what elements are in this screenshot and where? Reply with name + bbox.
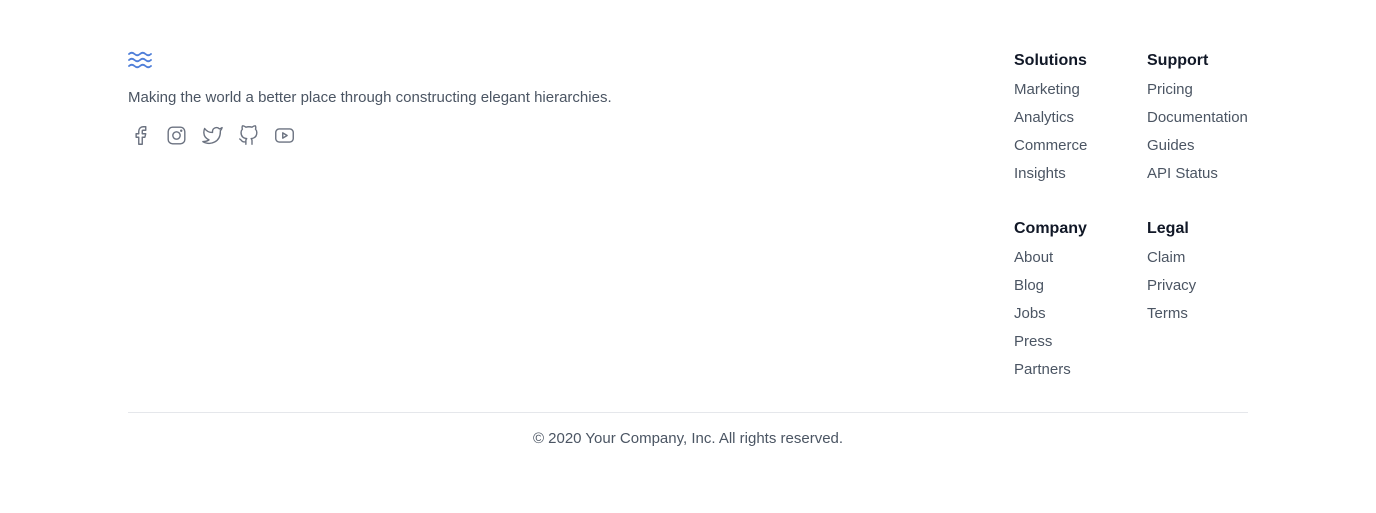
- youtube-icon: [274, 127, 294, 143]
- footer-link-analytics[interactable]: Analytics: [1014, 108, 1087, 136]
- footer-link-terms[interactable]: Terms: [1147, 304, 1196, 332]
- footer-link-documentation[interactable]: Documentation: [1147, 108, 1248, 136]
- footer-column-solutions: Solutions Marketing Analytics Commerce I…: [1014, 50, 1087, 192]
- github-icon: [238, 124, 258, 145]
- footer-link-partners[interactable]: Partners: [1014, 360, 1087, 388]
- twitter-icon: [201, 126, 223, 144]
- footer-link-blog[interactable]: Blog: [1014, 276, 1087, 304]
- footer-link-jobs[interactable]: Jobs: [1014, 304, 1087, 332]
- instagram-link[interactable]: [164, 123, 188, 147]
- social-links: [128, 123, 296, 147]
- footer-link-api-status[interactable]: API Status: [1147, 164, 1248, 192]
- footer-link-about[interactable]: About: [1014, 248, 1087, 276]
- github-link[interactable]: [236, 123, 260, 147]
- footer-link-commerce[interactable]: Commerce: [1014, 136, 1087, 164]
- waves-logo-icon: [128, 51, 152, 69]
- footer-divider: [128, 412, 1248, 413]
- footer-link-press[interactable]: Press: [1014, 332, 1087, 360]
- site-footer: Making the world a better place through …: [0, 0, 1376, 513]
- twitter-link[interactable]: [200, 123, 224, 147]
- brand-logo[interactable]: [128, 48, 152, 72]
- footer-column-support: Support Pricing Documentation Guides API…: [1147, 50, 1248, 192]
- footer-link-privacy[interactable]: Privacy: [1147, 276, 1196, 304]
- instagram-icon: [166, 125, 186, 145]
- copyright-text: © 2020 Your Company, Inc. All rights res…: [532, 430, 844, 447]
- footer-link-guides[interactable]: Guides: [1147, 136, 1248, 164]
- youtube-link[interactable]: [272, 123, 296, 147]
- facebook-link[interactable]: [128, 123, 152, 147]
- footer-link-pricing[interactable]: Pricing: [1147, 80, 1248, 108]
- facebook-icon: [134, 125, 146, 145]
- column-heading-legal: Legal: [1147, 220, 1189, 237]
- column-heading-company: Company: [1014, 220, 1087, 237]
- column-heading-support: Support: [1147, 52, 1209, 69]
- brand-tagline: Making the world a better place through …: [128, 89, 612, 106]
- footer-column-legal: Legal Claim Privacy Terms: [1147, 218, 1196, 332]
- column-heading-solutions: Solutions: [1014, 52, 1087, 69]
- footer-link-marketing[interactable]: Marketing: [1014, 80, 1087, 108]
- footer-link-insights[interactable]: Insights: [1014, 164, 1087, 192]
- footer-column-company: Company About Blog Jobs Press Partners: [1014, 218, 1087, 388]
- footer-link-claim[interactable]: Claim: [1147, 248, 1196, 276]
